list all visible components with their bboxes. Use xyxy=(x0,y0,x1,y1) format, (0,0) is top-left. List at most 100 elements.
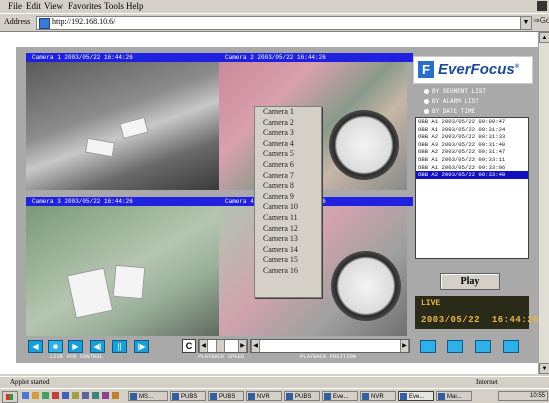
menu-bar: File Edit View Favorites Tools Help xyxy=(0,0,549,14)
playback-speed-slider[interactable]: ◀ ▶ xyxy=(198,339,248,353)
menu-item-camera-15[interactable]: Camera 15 xyxy=(255,255,321,266)
windows-flag-icon xyxy=(6,394,13,400)
menu-item-camera-1[interactable]: Camera 1 xyxy=(255,107,321,118)
list-item-selected[interactable]: OBB A2 2003/05/22 09:33:40 xyxy=(416,171,528,179)
menu-item-camera-9[interactable]: Camera 9 xyxy=(255,192,321,203)
play-forward-button[interactable]: ▶ xyxy=(68,340,83,353)
vertical-scrollbar[interactable]: ▲ ▼ xyxy=(538,32,549,374)
list-item[interactable]: OBB A2 2003/05/22 09:31:33 xyxy=(416,133,528,141)
quicklaunch-icon[interactable] xyxy=(42,392,49,399)
status-text: Applet started xyxy=(10,378,50,386)
menu-item-camera-2[interactable]: Camera 2 xyxy=(255,118,321,129)
feed-paper-image xyxy=(84,137,116,158)
list-item[interactable]: OBB A3 2003/05/22 09:31:40 xyxy=(416,141,528,149)
menu-edit[interactable]: Edit xyxy=(26,1,41,11)
scroll-up-icon[interactable]: ▲ xyxy=(539,32,549,43)
address-label: Address xyxy=(4,17,31,26)
camera-1-feed[interactable] xyxy=(26,62,219,190)
taskbar-button[interactable]: Mai... xyxy=(436,391,472,401)
option-segment-list[interactable]: BY SEGMENT LIST xyxy=(424,88,486,95)
app-icon xyxy=(324,393,331,400)
layout-button-1[interactable] xyxy=(420,340,436,353)
quicklaunch-icon[interactable] xyxy=(62,392,69,399)
camera-2-title: Camera 2 2003/05/22 16:44:26 xyxy=(219,53,413,62)
menu-help[interactable]: Help xyxy=(126,1,144,11)
option-date-time[interactable]: BY DATE TIME xyxy=(424,108,475,115)
menu-item-camera-11[interactable]: Camera 11 xyxy=(255,213,321,224)
c-button[interactable]: C xyxy=(182,339,196,353)
quicklaunch-icon[interactable] xyxy=(102,392,109,399)
menu-item-camera-14[interactable]: Camera 14 xyxy=(255,245,321,256)
quicklaunch-icon[interactable] xyxy=(22,392,29,399)
quicklaunch-icon[interactable] xyxy=(52,392,59,399)
event-log-list[interactable]: OBB A1 2003/05/22 09:09:47 OBB A1 2003/0… xyxy=(415,117,529,259)
layout-button-2[interactable] xyxy=(447,340,463,353)
playback-position-label: PLAYBACK POSITION xyxy=(300,353,357,360)
taskbar-button[interactable]: MS... xyxy=(128,391,168,401)
menu-item-camera-3[interactable]: Camera 3 xyxy=(255,128,321,139)
address-input[interactable]: http://192.168.10.6/ xyxy=(36,16,521,30)
taskbar-button[interactable]: NVR xyxy=(246,391,282,401)
list-item[interactable]: OBB A1 2003/05/22 09:33:11 xyxy=(416,156,528,164)
address-dropdown-button[interactable]: ▼ xyxy=(520,16,532,30)
stop-button[interactable]: ■ xyxy=(48,340,63,353)
taskbar-button-active[interactable]: Eve... xyxy=(398,391,434,401)
slider-thumb[interactable] xyxy=(216,340,225,352)
go-button[interactable]: ⇒Go xyxy=(533,16,549,25)
feed-paper-image xyxy=(119,116,149,140)
menu-item-camera-10[interactable]: Camera 10 xyxy=(255,202,321,213)
app-icon xyxy=(438,393,445,400)
menu-tools[interactable]: Tools xyxy=(104,1,124,11)
quicklaunch-icon[interactable] xyxy=(112,392,119,399)
slider-right-icon[interactable]: ▶ xyxy=(400,340,409,352)
list-item[interactable]: OBB A1 2003/05/22 09:09:47 xyxy=(416,118,528,126)
menu-item-camera-8[interactable]: Camera 8 xyxy=(255,181,321,192)
list-item[interactable]: OBB A1 2003/05/22 09:31:24 xyxy=(416,126,528,134)
option-alarm-list[interactable]: BY ALARM LIST xyxy=(424,98,479,105)
taskbar-button[interactable]: PUBS xyxy=(170,391,206,401)
mode-indicator: LIVE xyxy=(421,299,441,308)
app-icon xyxy=(248,393,255,400)
layout-button-3[interactable] xyxy=(475,340,491,353)
list-item[interactable]: OBB A2 2003/05/22 09:31:47 xyxy=(416,148,528,156)
app-icon xyxy=(286,393,293,400)
camera-3-feed[interactable] xyxy=(26,206,219,336)
slider-left-icon[interactable]: ◀ xyxy=(199,340,208,352)
quicklaunch-icon[interactable] xyxy=(92,392,99,399)
playback-position-slider[interactable]: ◀ ▶ xyxy=(250,339,410,353)
start-button[interactable] xyxy=(2,391,18,403)
list-item[interactable]: OBB A1 2003/05/22 09:33:06 xyxy=(416,164,528,172)
taskbar-button[interactable]: PUBS xyxy=(284,391,320,401)
layout-button-4[interactable] xyxy=(503,340,519,353)
step-back-button[interactable]: ◀| xyxy=(90,340,105,353)
taskbar-button[interactable]: Eve... xyxy=(322,391,358,401)
step-forward-button[interactable]: |▶ xyxy=(134,340,149,353)
app-icon xyxy=(172,393,179,400)
menu-favorites[interactable]: Favorites xyxy=(68,1,102,11)
menu-item-camera-5[interactable]: Camera 5 xyxy=(255,149,321,160)
menu-item-camera-7[interactable]: Camera 7 xyxy=(255,171,321,182)
menu-item-camera-12[interactable]: Camera 12 xyxy=(255,224,321,235)
clock: 10:55 xyxy=(529,393,545,399)
pause-button[interactable]: || xyxy=(112,340,127,353)
brand-mark-icon: F xyxy=(418,61,434,78)
address-url: http://192.168.10.6/ xyxy=(52,17,116,26)
taskbar-button[interactable]: NVR xyxy=(360,391,396,401)
taskbar-button[interactable]: PUBS xyxy=(208,391,244,401)
address-bar: Address http://192.168.10.6/ ▼ ⇒Go xyxy=(0,14,549,32)
menu-item-camera-16[interactable]: Camera 16 xyxy=(255,266,321,277)
menu-file[interactable]: File xyxy=(8,1,22,11)
quicklaunch-icon[interactable] xyxy=(82,392,89,399)
menu-item-camera-6[interactable]: Camera 6 xyxy=(255,160,321,171)
rewind-button[interactable]: ◀ xyxy=(28,340,43,353)
slider-right-icon[interactable]: ▶ xyxy=(238,340,247,352)
menu-item-camera-4[interactable]: Camera 4 xyxy=(255,139,321,150)
quicklaunch-icon[interactable] xyxy=(32,392,39,399)
menu-item-camera-13[interactable]: Camera 13 xyxy=(255,234,321,245)
menu-view[interactable]: View xyxy=(44,1,63,11)
play-button[interactable]: Play xyxy=(440,273,500,290)
quicklaunch-icon[interactable] xyxy=(72,392,79,399)
watch-image xyxy=(329,110,399,180)
scroll-down-icon[interactable]: ▼ xyxy=(539,363,549,374)
slider-left-icon[interactable]: ◀ xyxy=(251,340,260,352)
